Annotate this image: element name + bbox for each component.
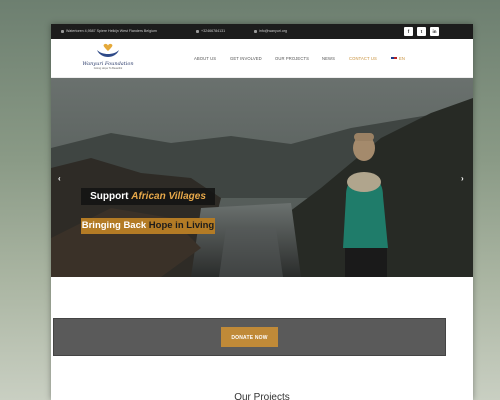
logo-hands-heart-icon bbox=[97, 43, 119, 57]
nav-our-projects[interactable]: OUR PROJECTS bbox=[275, 56, 309, 61]
mail-icon bbox=[254, 29, 257, 33]
projects-heading: Our Projects bbox=[234, 392, 290, 400]
nav-news[interactable]: NEWS bbox=[322, 56, 335, 61]
brand-tagline: Giving Hope To Beautiful bbox=[93, 67, 123, 70]
phone-info[interactable]: +32466784131 bbox=[196, 29, 225, 33]
nav-contact-us[interactable]: CONTACT US bbox=[349, 56, 377, 61]
caption-highlight: African Villages bbox=[131, 191, 206, 202]
caption-highlight: Hope in Living bbox=[148, 220, 215, 231]
flag-us-icon bbox=[391, 56, 397, 61]
email-info[interactable]: info@wanyuri.org bbox=[254, 29, 287, 33]
slider-prev-arrow[interactable]: ‹ bbox=[58, 174, 61, 183]
facebook-icon[interactable]: f bbox=[404, 27, 413, 36]
address-text: Watertoren 4,9587 Spiere Helkijn West Fl… bbox=[66, 29, 157, 33]
twitter-icon[interactable]: t bbox=[417, 27, 426, 36]
browser-page: Watertoren 4,9587 Spiere Helkijn West Fl… bbox=[51, 24, 473, 400]
slider-next-arrow[interactable]: › bbox=[461, 174, 464, 183]
linkedin-icon[interactable]: in bbox=[430, 27, 439, 36]
nav-get-involved[interactable]: GET INVOLVED bbox=[230, 56, 262, 61]
language-label: EN bbox=[399, 56, 406, 61]
hero-caption-support: Support African Villages bbox=[81, 188, 215, 205]
donate-now-button[interactable]: DONATE NOW bbox=[221, 327, 278, 347]
top-info-bar: Watertoren 4,9587 Spiere Helkijn West Fl… bbox=[51, 24, 473, 39]
donate-banner: DONATE NOW bbox=[53, 318, 446, 356]
phone-icon bbox=[196, 29, 199, 33]
nav-about-us[interactable]: ABOUT US bbox=[194, 56, 216, 61]
hero-caption-hope: Bringing Back Hope in Living bbox=[81, 218, 215, 234]
phone-text: +32466784131 bbox=[201, 29, 226, 33]
hero-landscape-image bbox=[51, 78, 473, 277]
caption-text: Support bbox=[90, 191, 132, 202]
site-logo[interactable]: Wanyuri Foundation Giving Hope To Beauti… bbox=[77, 42, 139, 74]
address-info: Watertoren 4,9587 Spiere Helkijn West Fl… bbox=[61, 29, 157, 33]
language-selector[interactable]: EN bbox=[391, 56, 405, 61]
main-navigation: Wanyuri Foundation Giving Hope To Beauti… bbox=[51, 39, 473, 78]
location-icon bbox=[61, 29, 64, 33]
email-text: info@wanyuri.org bbox=[259, 29, 288, 33]
caption-text: Bringing Back bbox=[81, 220, 149, 231]
hero-slider: ‹ › Support African Villages Bringing Ba… bbox=[51, 78, 473, 277]
